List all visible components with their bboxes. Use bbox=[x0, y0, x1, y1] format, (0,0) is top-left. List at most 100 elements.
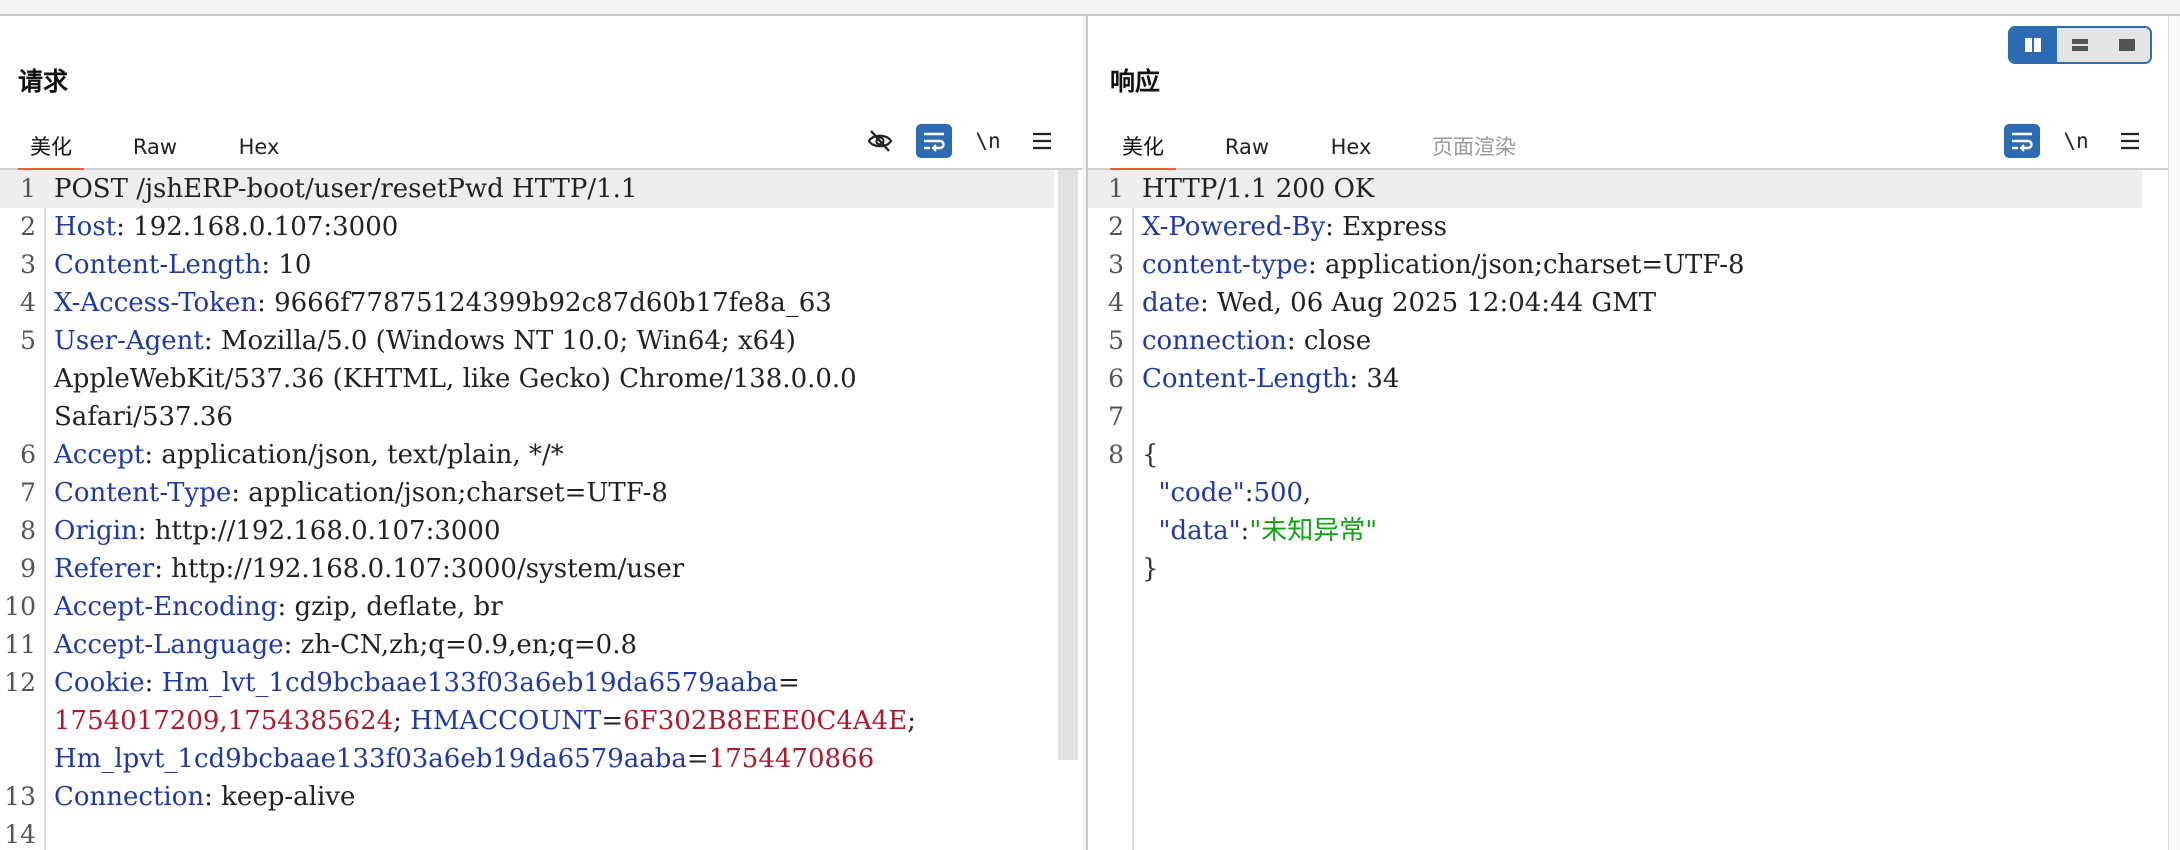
code-line: Hm_lpvt_1cd9bcbaae133f03a6eb19da6579aaba… bbox=[0, 740, 1054, 778]
code-token: 1754470866 bbox=[708, 744, 875, 774]
line-content: Connection: keep-alive bbox=[54, 778, 355, 816]
layout-stacked-button[interactable] bbox=[2056, 28, 2104, 62]
line-number: 1 bbox=[20, 174, 36, 203]
request-tab-hex[interactable]: Hex bbox=[228, 128, 290, 166]
line-number: 8 bbox=[20, 516, 36, 545]
code-token: Hm_lpvt_1cd9bcbaae133f03a6eb19da6579aaba bbox=[54, 744, 687, 774]
line-number: 7 bbox=[20, 478, 36, 507]
response-tab-pretty[interactable]: 美化 bbox=[1110, 128, 1176, 172]
line-number: 6 bbox=[20, 440, 36, 469]
menu-icon bbox=[2121, 132, 2139, 150]
code-token: Hm_lvt_1cd9bcbaae133f03a6eb19da6579aaba bbox=[161, 668, 778, 698]
code-token: : 9666f77875124399b92c87d60b17fe8a_63 bbox=[257, 288, 832, 318]
code-token: : Express bbox=[1325, 212, 1447, 242]
wrap-icon bbox=[924, 132, 945, 152]
request-editor[interactable]: 1 POST /jshERP-boot/user/resetPwd HTTP/1.… bbox=[0, 170, 1082, 850]
code-token: : bbox=[144, 668, 162, 698]
line-content: Content-Type: application/json;charset=U… bbox=[54, 474, 668, 512]
request-title: 请求 bbox=[18, 67, 69, 96]
hide-icon[interactable] bbox=[862, 124, 898, 158]
code-line: "code":500, bbox=[1088, 474, 2142, 512]
code-token: content-type bbox=[1142, 250, 1308, 280]
code-line: 8{ bbox=[1088, 436, 2142, 474]
line-content: Hm_lpvt_1cd9bcbaae133f03a6eb19da6579aaba… bbox=[54, 740, 874, 778]
response-tab-hex[interactable]: Hex bbox=[1320, 128, 1382, 166]
code-line: AppleWebKit/537.36 (KHTML, like Gecko) C… bbox=[0, 360, 1054, 398]
code-line: Safari/537.36 bbox=[0, 398, 1054, 436]
right-edge bbox=[2168, 16, 2180, 850]
top-bar bbox=[0, 0, 2180, 16]
request-scrollbar[interactable] bbox=[1058, 170, 1078, 760]
code-line: 5 User-Agent: Mozilla/5.0 (Windows NT 10.… bbox=[0, 322, 1054, 360]
line-content: date: Wed, 06 Aug 2025 12:04:44 GMT bbox=[1142, 284, 1656, 322]
line-content: POST /jshERP-boot/user/resetPwd HTTP/1.1 bbox=[54, 170, 637, 208]
request-tab-raw[interactable]: Raw bbox=[124, 128, 186, 166]
line-number: 12 bbox=[4, 668, 36, 697]
response-wrap-toggle[interactable] bbox=[2004, 124, 2040, 158]
request-tab-pretty[interactable]: 美化 bbox=[18, 128, 84, 172]
line-content: Accept-Encoding: gzip, deflate, br bbox=[54, 588, 503, 626]
code-line: 12 Cookie: Hm_lvt_1cd9bcbaae133f03a6eb19d… bbox=[0, 664, 1054, 702]
code-token: : keep-alive bbox=[204, 782, 356, 812]
code-line: 3 content-type: application/json;charset=… bbox=[1088, 246, 2142, 284]
response-tab-render[interactable]: 页面渲染 bbox=[1424, 128, 1524, 166]
code-line: "data":"未知异常" bbox=[1088, 512, 2142, 550]
code-line: 1 HTTP/1.1 200 OK bbox=[1088, 170, 2142, 208]
line-content: { bbox=[1142, 436, 1159, 474]
response-pane: 响应 美化 Raw Hex 页面渲染 \n 1 HTTP/1.1 200 OK 2 X… bbox=[1086, 16, 2170, 850]
request-menu-button[interactable] bbox=[1024, 124, 1060, 158]
code-token: "data" bbox=[1158, 516, 1241, 546]
line-number: 13 bbox=[4, 782, 36, 811]
line-content: User-Agent: Mozilla/5.0 (Windows NT 10.0… bbox=[54, 322, 796, 360]
code-token: User-Agent bbox=[54, 326, 204, 356]
response-newline-toggle[interactable]: \n bbox=[2058, 124, 2094, 158]
response-lines: 1 HTTP/1.1 200 OK 2 X-Powered-By: Express 3 c… bbox=[1088, 170, 2142, 588]
response-editor[interactable]: 1 HTTP/1.1 200 OK 2 X-Powered-By: Express 3 c… bbox=[1088, 170, 2170, 850]
code-line: 7 Content-Type: application/json;charset=… bbox=[0, 474, 1054, 512]
line-number: 5 bbox=[20, 326, 36, 355]
request-wrap-toggle[interactable] bbox=[916, 124, 952, 158]
request-lines: 1 POST /jshERP-boot/user/resetPwd HTTP/1.… bbox=[0, 170, 1054, 850]
code-token: : gzip, deflate, br bbox=[277, 592, 503, 622]
code-token: "code" bbox=[1158, 478, 1245, 508]
code-token: = bbox=[777, 668, 800, 698]
layout-single-button[interactable] bbox=[2103, 28, 2150, 62]
code-token: Cookie bbox=[54, 668, 145, 698]
code-line: 14 bbox=[0, 816, 1054, 850]
line-number: 4 bbox=[20, 288, 36, 317]
code-token: { bbox=[1142, 440, 1159, 470]
eye-slash-icon bbox=[867, 130, 893, 152]
line-content: 1754017209,1754385624; HMACCOUNT=6F302B8… bbox=[54, 702, 916, 740]
line-number: 9 bbox=[20, 554, 36, 583]
code-token: : close bbox=[1286, 326, 1372, 356]
response-menu-button[interactable] bbox=[2112, 124, 2148, 158]
code-token: 1754017209,1754385624 bbox=[54, 706, 394, 736]
code-line: 1 POST /jshERP-boot/user/resetPwd HTTP/1.… bbox=[0, 170, 1054, 208]
line-content: connection: close bbox=[1142, 322, 1371, 360]
code-token: Safari/537.36 bbox=[54, 402, 233, 432]
line-content: HTTP/1.1 200 OK bbox=[1142, 170, 1374, 208]
line-content: Referer: http://192.168.0.107:3000/syste… bbox=[54, 550, 684, 588]
code-token: Accept bbox=[54, 440, 145, 470]
line-number: 2 bbox=[1108, 212, 1124, 241]
code-token: = bbox=[601, 706, 624, 736]
stacked-icon bbox=[2072, 39, 2088, 51]
response-tab-raw[interactable]: Raw bbox=[1216, 128, 1278, 166]
layout-side-by-side-button[interactable] bbox=[2010, 28, 2057, 62]
code-token: } bbox=[1142, 554, 1159, 584]
code-token: Connection bbox=[54, 782, 205, 812]
code-line: 4 date: Wed, 06 Aug 2025 12:04:44 GMT bbox=[1088, 284, 2142, 322]
code-line: 4 X-Access-Token: 9666f77875124399b92c87d… bbox=[0, 284, 1054, 322]
code-token: = bbox=[686, 744, 709, 774]
code-token: : application/json;charset=UTF-8 bbox=[1307, 250, 1745, 280]
layout-toggle bbox=[2008, 26, 2152, 64]
line-number: 6 bbox=[1108, 364, 1124, 393]
code-token: Content-Length bbox=[1142, 364, 1350, 394]
wrap-icon bbox=[2012, 132, 2033, 152]
newline-icon: \n bbox=[2063, 129, 2089, 153]
code-line: 6 Content-Length: 34 bbox=[1088, 360, 2142, 398]
code-token: Host bbox=[54, 212, 117, 242]
line-content: Content-Length: 34 bbox=[1142, 360, 1399, 398]
request-newline-toggle[interactable]: \n bbox=[970, 124, 1006, 158]
